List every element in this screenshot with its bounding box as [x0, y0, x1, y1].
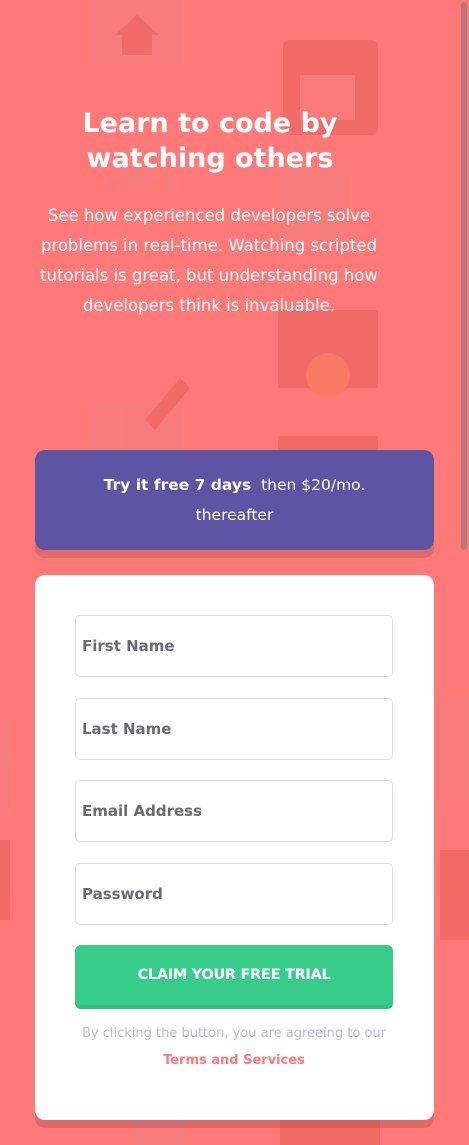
promo-price-text: then $20/mo.	[261, 476, 366, 494]
signup-form: CLAIM YOUR FREE TRIAL By clicking the bu…	[35, 575, 434, 1120]
terms-prefix: By clicking the button, you are agreeing…	[81, 1026, 387, 1041]
last-name-input[interactable]	[75, 698, 393, 760]
email-input[interactable]	[75, 780, 393, 842]
password-input[interactable]	[75, 863, 393, 925]
promo-banner: Try it free 7 days then $20/mo. thereaft…	[35, 450, 434, 550]
promo-thereafter-text: thereafter	[195, 506, 274, 524]
page-title: Learn to code by watching others	[82, 108, 338, 174]
scrollbar[interactable]	[459, 0, 469, 1145]
page-subtitle: See how experienced developers solve pro…	[40, 206, 378, 315]
claim-trial-button[interactable]: CLAIM YOUR FREE TRIAL	[75, 945, 393, 1005]
scrollbar-thumb[interactable]	[461, 2, 467, 550]
terms-text: By clicking the button, you are agreeing…	[75, 1020, 393, 1074]
promo-bold-text: Try it free 7 days	[103, 476, 252, 494]
first-name-input[interactable]	[75, 615, 393, 677]
terms-link[interactable]: Terms and Services	[163, 1053, 305, 1068]
